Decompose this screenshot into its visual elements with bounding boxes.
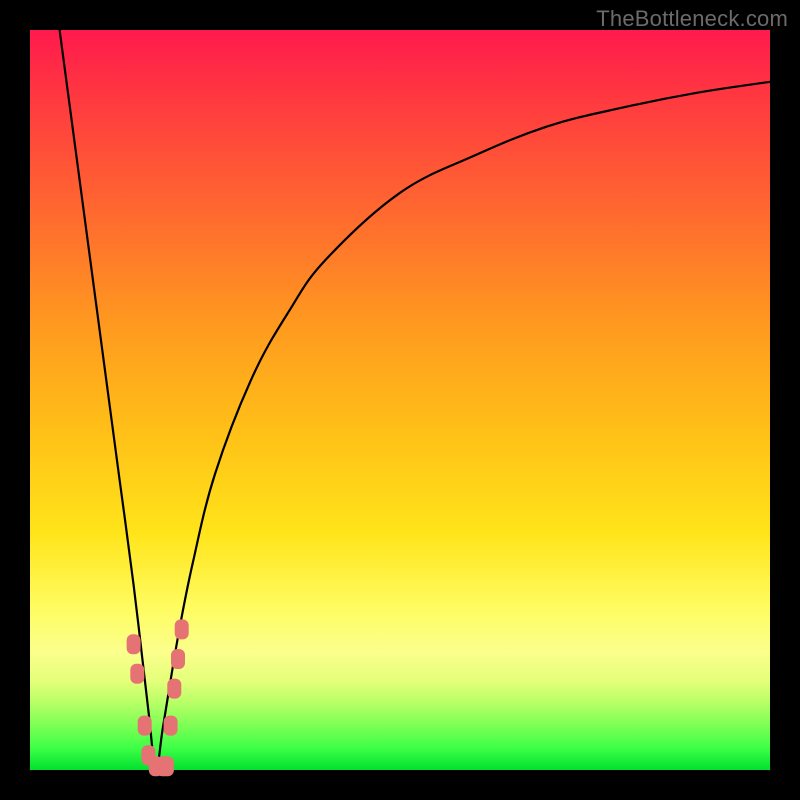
- marker-cluster: [127, 619, 189, 776]
- marker-point: [130, 664, 144, 684]
- marker-point: [127, 634, 141, 654]
- marker-point: [171, 649, 185, 669]
- marker-point: [160, 756, 174, 776]
- bottleneck-curve-path: [60, 30, 770, 770]
- curve-svg: [30, 30, 770, 770]
- marker-point: [175, 619, 189, 639]
- bottleneck-curve: [60, 30, 770, 770]
- chart-frame: TheBottleneck.com: [0, 0, 800, 800]
- marker-point: [164, 716, 178, 736]
- watermark-text: TheBottleneck.com: [596, 6, 788, 32]
- marker-point: [138, 716, 152, 736]
- marker-point: [167, 679, 181, 699]
- plot-area: [30, 30, 770, 770]
